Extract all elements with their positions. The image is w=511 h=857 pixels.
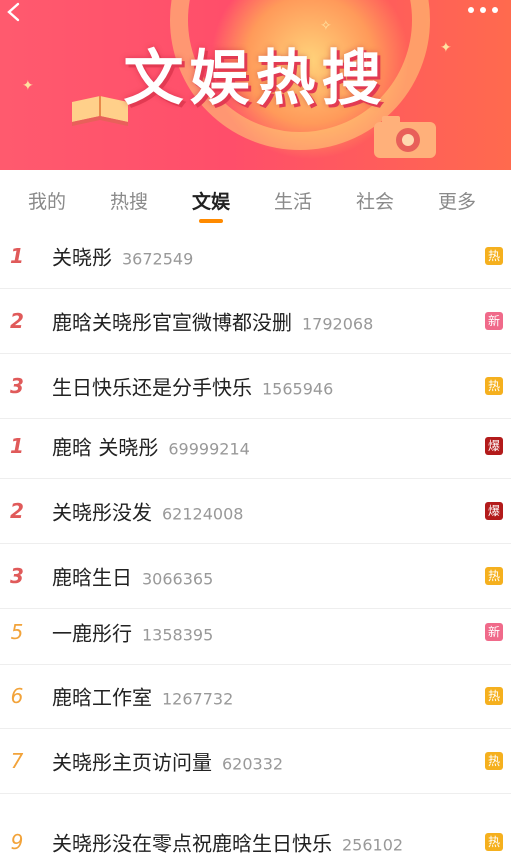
item-title: 关晓彤没在零点祝鹿晗生日快乐 256102: [52, 828, 403, 857]
tab-mine[interactable]: 我的: [17, 187, 77, 214]
rank-number: 7: [10, 749, 24, 773]
search-count: 1792068: [302, 314, 374, 334]
item-title-text: 鹿晗关晓彤官宣微博都没删: [52, 310, 292, 335]
item-title: 关晓彤 3672549: [52, 242, 193, 271]
status-badge: 新: [485, 312, 503, 330]
status-badge: 热: [485, 752, 503, 770]
back-icon[interactable]: [4, 2, 24, 22]
item-title-text: 鹿晗工作室: [52, 685, 152, 710]
rank-number: 2: [10, 499, 24, 523]
tab-society[interactable]: 社会: [345, 187, 405, 214]
item-title-text: 鹿晗生日: [52, 565, 132, 590]
search-count: 3066365: [142, 569, 214, 589]
list-item[interactable]: 2 鹿晗关晓彤官宣微博都没删 1792068 新: [0, 289, 511, 353]
status-badge: 热: [485, 567, 503, 585]
list-item[interactable]: 3 生日快乐还是分手快乐 1565946 热: [0, 354, 511, 418]
item-title: 生日快乐还是分手快乐 1565946: [52, 372, 333, 401]
item-title-text: 关晓彤主页访问量: [52, 750, 212, 775]
camera-icon: [374, 116, 436, 158]
status-badge: 热: [485, 833, 503, 851]
search-count: 1358395: [142, 625, 214, 645]
item-title-text: 鹿晗 关晓彤: [52, 435, 159, 460]
status-badge: 新: [485, 623, 503, 641]
list-item[interactable]: 3 鹿晗生日 3066365 热: [0, 544, 511, 608]
list-item[interactable]: 1 关晓彤 3672549 热: [0, 224, 511, 288]
status-badge: 热: [485, 247, 503, 265]
item-title: 关晓彤主页访问量 620332: [52, 747, 283, 776]
search-count: 620332: [222, 754, 284, 774]
header-banner: ✦ ✦ ✧ 文娱热搜: [0, 0, 511, 170]
search-count: 1267732: [162, 689, 234, 709]
rank-number: 1: [10, 434, 24, 458]
item-title: 鹿晗关晓彤官宣微博都没删 1792068: [52, 307, 373, 336]
search-count: 62124008: [162, 504, 244, 524]
list-item[interactable]: 9 关晓彤没在零点祝鹿晗生日快乐 256102 热: [0, 810, 511, 857]
list-item[interactable]: 5 一鹿彤行 1358395 新: [0, 600, 511, 664]
rank-number: 3: [10, 564, 24, 588]
rank-number: 6: [10, 684, 24, 708]
item-title: 关晓彤没发 62124008: [52, 497, 243, 526]
item-title-text: 关晓彤没在零点祝鹿晗生日快乐: [52, 831, 332, 856]
item-title: 一鹿彤行 1358395: [52, 618, 213, 647]
tab-life[interactable]: 生活: [263, 187, 323, 214]
row-divider: [0, 793, 511, 794]
item-title: 鹿晗 关晓彤 69999214: [52, 432, 250, 461]
item-title-text: 关晓彤没发: [52, 500, 152, 525]
item-title: 鹿晗工作室 1267732: [52, 682, 233, 711]
item-title: 鹿晗生日 3066365: [52, 562, 213, 591]
active-tab-indicator: [199, 219, 223, 223]
item-title-text: 关晓彤: [52, 245, 112, 270]
status-badge: 爆: [485, 437, 503, 455]
banner-title: 文娱热搜: [123, 44, 388, 114]
search-count: 256102: [342, 835, 404, 855]
rank-number: 1: [10, 244, 24, 268]
rank-number: 9: [10, 830, 24, 854]
tab-hot-search[interactable]: 热搜: [99, 187, 159, 214]
search-count: 1565946: [262, 379, 334, 399]
status-badge: 热: [485, 377, 503, 395]
search-count: 69999214: [168, 439, 250, 459]
more-options-icon[interactable]: [466, 4, 500, 16]
list-item[interactable]: 7 关晓彤主页访问量 620332 热: [0, 729, 511, 793]
rank-number: 2: [10, 309, 24, 333]
status-badge: 热: [485, 687, 503, 705]
list-item[interactable]: 6 鹿晗工作室 1267732 热: [0, 664, 511, 728]
tab-entertainment[interactable]: 文娱: [181, 187, 241, 214]
item-title-text: 生日快乐还是分手快乐: [52, 375, 252, 400]
tab-more[interactable]: 更多: [427, 187, 487, 214]
rank-number: 5: [10, 620, 24, 644]
rank-number: 3: [10, 374, 24, 398]
list-item[interactable]: 1 鹿晗 关晓彤 69999214 爆: [0, 414, 511, 478]
category-tabs: 我的 热搜 文娱 生活 社会 更多: [0, 170, 511, 232]
search-count: 3672549: [122, 249, 194, 269]
list-item[interactable]: 2 关晓彤没发 62124008 爆: [0, 479, 511, 543]
item-title-text: 一鹿彤行: [52, 621, 132, 646]
status-badge: 爆: [485, 502, 503, 520]
